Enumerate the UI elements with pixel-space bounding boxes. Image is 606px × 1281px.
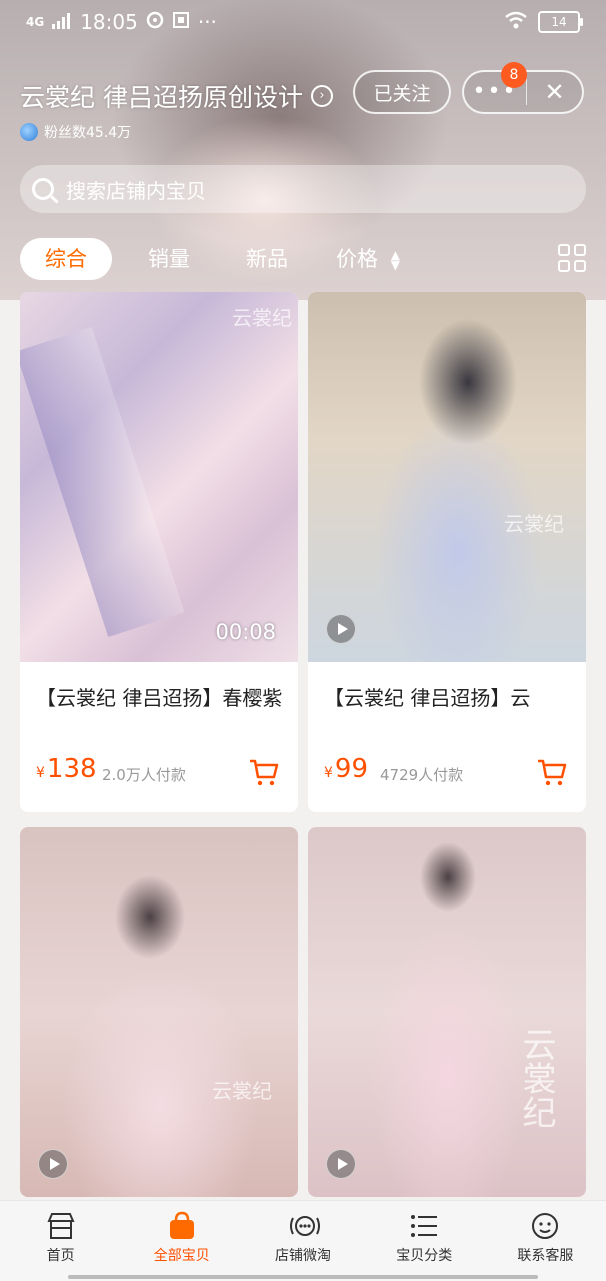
search-input[interactable]: 搜索店铺内宝贝 xyxy=(20,165,586,213)
tab-feed[interactable]: 店铺微淘 xyxy=(242,1201,363,1281)
notification-badge: 8 xyxy=(501,62,527,88)
watermark: 云裳纪 xyxy=(504,512,564,536)
price-row: ¥99 4729人付款 xyxy=(308,722,586,812)
tab-all-items[interactable]: 全部宝贝 xyxy=(121,1201,242,1281)
sort-price-label: 价格 xyxy=(336,247,378,271)
sort-sales[interactable]: 销量 xyxy=(148,238,190,280)
sort-new[interactable]: 新品 xyxy=(246,238,288,280)
fans-label: 粉丝数45.4万 xyxy=(44,125,132,141)
watermark: 云裳纪 xyxy=(212,1079,272,1103)
tab-home[interactable]: 首页 xyxy=(0,1201,121,1281)
grid-view-icon[interactable] xyxy=(558,244,586,272)
play-icon[interactable] xyxy=(326,1149,356,1179)
product-image[interactable]: 云裳纪 xyxy=(308,292,586,662)
follow-button[interactable]: 已关注 xyxy=(353,70,451,114)
shop-level-icon xyxy=(20,123,38,141)
cart-icon[interactable] xyxy=(248,756,280,788)
tab-feed-label: 店铺微淘 xyxy=(275,1248,331,1264)
product-card[interactable]: 云裳纪 xyxy=(308,827,586,1197)
tab-categories-label: 宝贝分类 xyxy=(396,1248,453,1264)
product-title: 【云裳纪 律吕迢扬】云 xyxy=(324,686,531,710)
video-duration: 00:08 xyxy=(215,620,276,644)
bottom-tab-bar: 首页 全部宝贝 店铺微淘 宝贝分类 联系客服 xyxy=(0,1200,606,1281)
product-image[interactable]: 云裳纪 xyxy=(20,827,298,1197)
chevron-right-icon: › xyxy=(310,85,333,107)
sort-bar: 综合 销量 新品 价格 ▲ ▼ xyxy=(0,238,606,280)
tab-customer-service-label: 联系客服 xyxy=(517,1248,574,1264)
wifi-icon xyxy=(504,10,528,34)
product-card[interactable]: 云裳纪 xyxy=(20,827,298,1197)
product-card[interactable]: 云裳纪 00:08 【云裳纪 律吕迢扬】春樱紫 ¥138 2.0万人付款 xyxy=(20,292,298,812)
product-title: 【云裳纪 律吕迢扬】春樱紫 xyxy=(36,686,283,710)
product-image[interactable]: 云裳纪 xyxy=(308,827,586,1197)
shop-title: 云裳纪 律吕迢扬原创设计 xyxy=(20,83,303,112)
list-icon xyxy=(409,1211,439,1241)
status-bar: 4G 18:05 ··· 14 xyxy=(0,0,606,46)
home-indicator xyxy=(68,1275,538,1279)
fans-count: 粉丝数45.4万 xyxy=(20,122,131,142)
product-card[interactable]: 云裳纪 【云裳纪 律吕迢扬】云 ¥99 4729人付款 xyxy=(308,292,586,812)
product-price: ¥99 xyxy=(324,754,369,784)
store-icon xyxy=(46,1211,76,1241)
price-row: ¥138 2.0万人付款 xyxy=(20,722,298,812)
sort-price[interactable]: 价格 ▲ ▼ xyxy=(336,238,400,280)
network-indicator: 4G xyxy=(26,15,45,29)
app-notification-icon-2 xyxy=(172,10,190,34)
tab-customer-service[interactable]: 联系客服 xyxy=(485,1201,606,1281)
sort-comprehensive[interactable]: 综合 xyxy=(20,238,112,280)
product-price: ¥138 xyxy=(36,754,97,784)
cart-icon[interactable] xyxy=(536,756,568,788)
play-icon[interactable] xyxy=(38,1149,68,1179)
battery-icon: 14 xyxy=(538,11,583,33)
customer-service-icon xyxy=(530,1211,560,1241)
status-more: ··· xyxy=(197,10,217,34)
shopping-bag-icon xyxy=(167,1211,197,1241)
search-placeholder: 搜索店铺内宝贝 xyxy=(66,178,206,203)
tab-all-items-label: 全部宝贝 xyxy=(153,1248,210,1264)
close-button[interactable]: ✕ xyxy=(527,72,582,112)
sales-count: 4729人付款 xyxy=(380,766,464,784)
clock: 18:05 xyxy=(80,10,138,34)
watermark: 云裳纪 xyxy=(232,306,292,330)
watermark: 云裳纪 xyxy=(516,1027,556,1129)
tab-categories[interactable]: 宝贝分类 xyxy=(364,1201,485,1281)
signal-bars-icon xyxy=(52,10,72,34)
product-image[interactable]: 云裳纪 00:08 xyxy=(20,292,298,662)
shop-name[interactable]: 云裳纪 律吕迢扬原创设计 › xyxy=(20,78,333,114)
search-icon xyxy=(32,178,54,200)
play-icon[interactable] xyxy=(326,614,356,644)
tab-home-label: 首页 xyxy=(46,1248,75,1264)
sort-arrows-icon: ▲ ▼ xyxy=(390,248,400,272)
app-notification-icon xyxy=(146,10,164,34)
broadcast-icon xyxy=(288,1211,320,1241)
sales-count: 2.0万人付款 xyxy=(102,766,186,784)
